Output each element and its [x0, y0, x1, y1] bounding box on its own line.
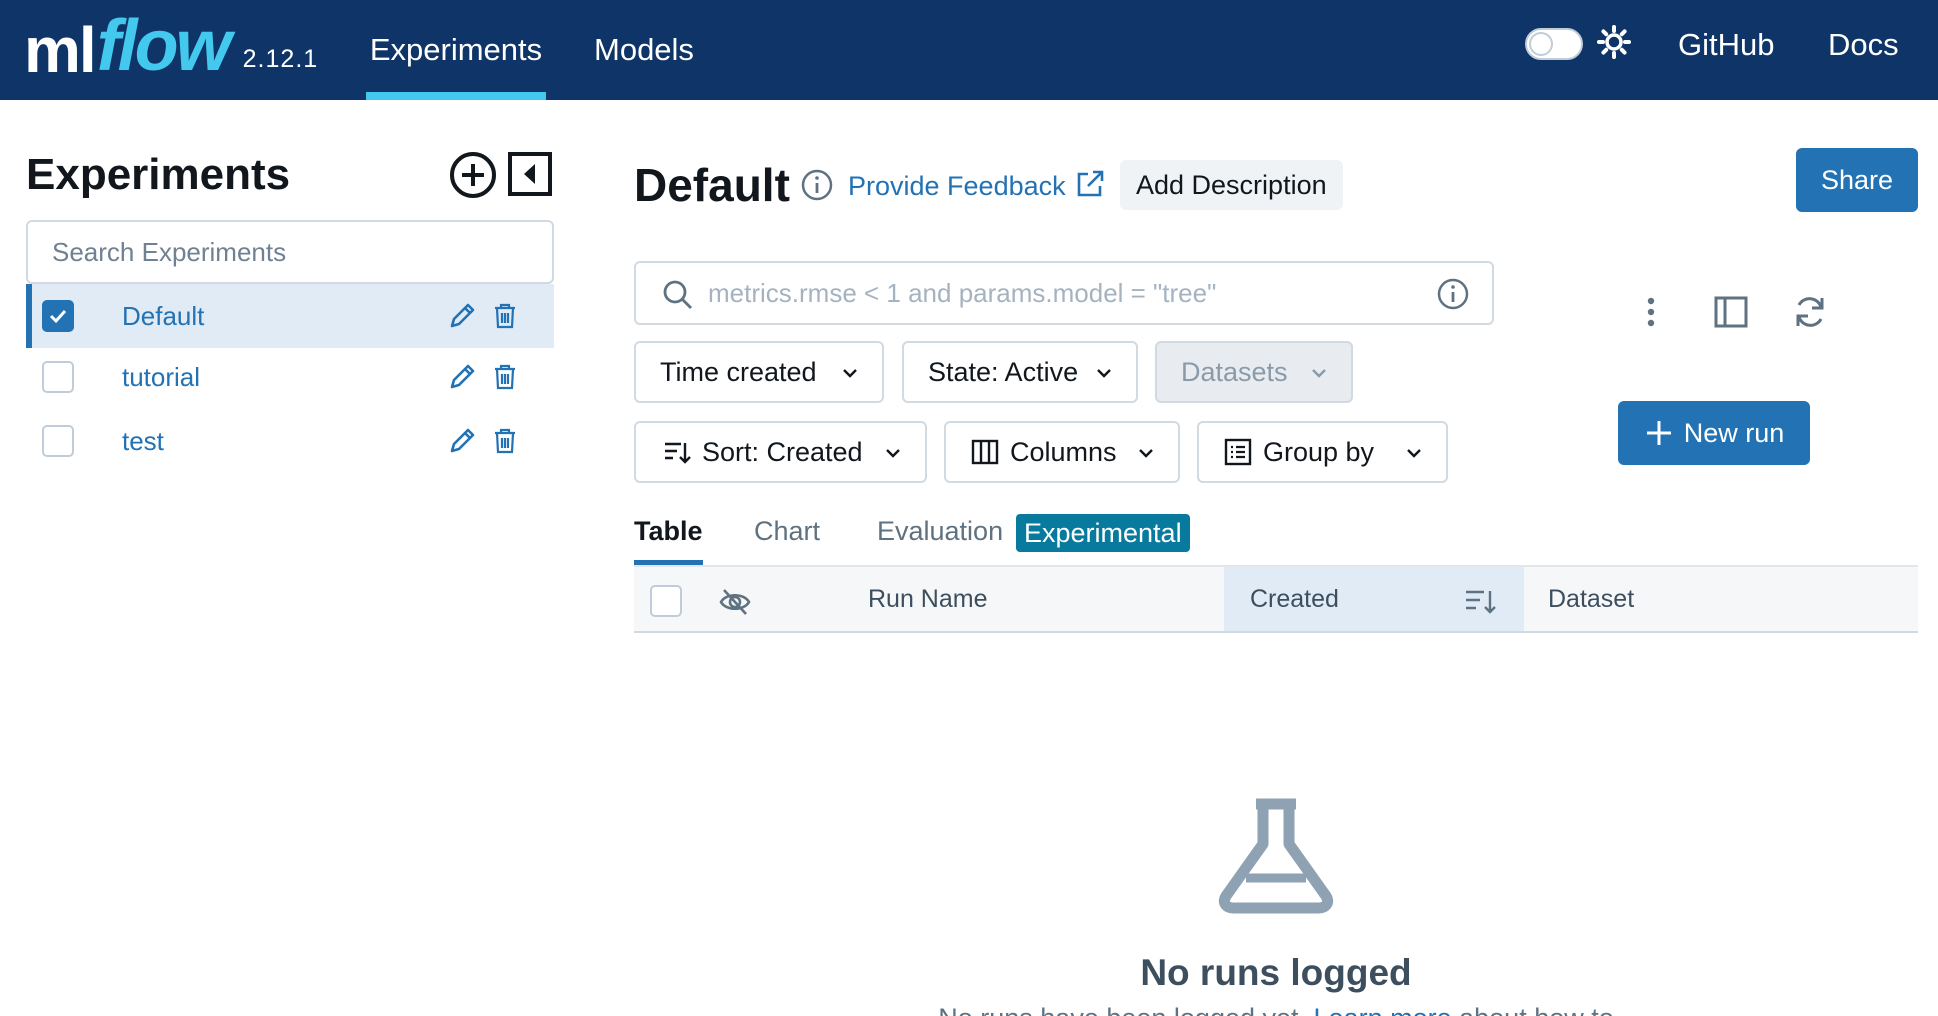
- tab-evaluation[interactable]: Evaluation: [877, 516, 1003, 566]
- sun-icon: [1597, 25, 1631, 59]
- page-title: Default: [634, 159, 790, 211]
- chevron-down-icon: [886, 449, 900, 458]
- new-run-button[interactable]: New run: [1618, 401, 1810, 465]
- logo-ml-text: ml: [24, 14, 97, 86]
- search-icon: [663, 280, 692, 309]
- list-icon: [1224, 438, 1252, 466]
- nav-tab-experiments[interactable]: Experiments: [366, 0, 546, 100]
- columns-icon: [971, 439, 999, 465]
- pencil-icon[interactable]: [446, 300, 478, 332]
- plus-circle-icon: [450, 152, 496, 198]
- top-navigation-bar: ml flow 2.12.1 Experiments Models GitHub…: [0, 0, 1938, 100]
- chevron-down-icon: [843, 369, 857, 378]
- columns-dropdown[interactable]: Columns: [944, 421, 1180, 483]
- new-run-label: New run: [1683, 417, 1785, 448]
- logo-flow-text: flow: [96, 6, 232, 86]
- dark-mode-toggle[interactable]: [1525, 28, 1583, 60]
- experiment-checkbox[interactable]: [42, 361, 74, 393]
- group-by-label: Group by: [1263, 436, 1375, 467]
- column-header-dataset[interactable]: Dataset: [1548, 567, 1634, 631]
- experiment-item-tutorial[interactable]: tutorial: [26, 345, 554, 409]
- create-experiment-button[interactable]: [448, 150, 498, 200]
- pencil-icon[interactable]: [446, 361, 478, 393]
- docs-link[interactable]: Docs: [1828, 0, 1899, 90]
- mlflow-logo[interactable]: ml flow 2.12.1: [24, 2, 318, 82]
- experiment-item-test[interactable]: test: [26, 409, 554, 473]
- select-all-checkbox[interactable]: [650, 585, 682, 617]
- external-link-icon[interactable]: [1074, 168, 1106, 200]
- plus-icon: [1646, 421, 1671, 445]
- runs-table-header: Run Name Created Dataset: [634, 565, 1918, 633]
- experiment-name[interactable]: tutorial: [122, 362, 200, 393]
- sort-icon: [665, 442, 691, 464]
- refresh-icon[interactable]: [1790, 292, 1830, 332]
- side-panel-icon[interactable]: [1711, 292, 1751, 332]
- time-created-label: Time created: [660, 356, 817, 387]
- experimental-badge: Experimental: [1016, 514, 1190, 552]
- empty-state-title: No runs logged: [1140, 952, 1412, 993]
- sort-dropdown[interactable]: Sort: Created: [634, 421, 927, 483]
- datasets-label: Datasets: [1181, 356, 1288, 387]
- github-link[interactable]: GitHub: [1678, 0, 1774, 90]
- experiment-name[interactable]: test: [122, 426, 164, 457]
- chevron-down-icon: [1097, 369, 1111, 378]
- pencil-icon[interactable]: [446, 425, 478, 457]
- share-button[interactable]: Share: [1796, 148, 1918, 212]
- sort-label: Sort: Created: [702, 436, 863, 467]
- column-header-run-name[interactable]: Run Name: [868, 567, 988, 631]
- nav-tab-models[interactable]: Models: [594, 0, 694, 100]
- group-by-dropdown[interactable]: Group by: [1197, 421, 1448, 483]
- chevron-down-icon: [1407, 449, 1421, 458]
- empty-state-prefix: No runs have been logged yet.: [938, 1003, 1306, 1016]
- toggle-knob: [1529, 32, 1553, 56]
- collapse-sidebar-button[interactable]: [506, 150, 554, 198]
- search-experiments-input[interactable]: [26, 220, 554, 284]
- trash-icon[interactable]: [492, 363, 518, 391]
- provide-feedback-link[interactable]: Provide Feedback: [848, 168, 1066, 204]
- tab-chart[interactable]: Chart: [754, 516, 820, 566]
- state-label: State: Active: [928, 356, 1079, 387]
- experiment-checkbox[interactable]: [42, 300, 74, 332]
- search-runs-box[interactable]: [634, 261, 1494, 325]
- add-description-button[interactable]: Add Description: [1120, 160, 1343, 210]
- time-created-dropdown[interactable]: Time created: [634, 341, 884, 403]
- trash-icon[interactable]: [492, 427, 518, 455]
- info-icon[interactable]: [800, 168, 834, 202]
- checkmark-icon: [49, 309, 67, 324]
- version-label: 2.12.1: [242, 45, 319, 73]
- experiment-name[interactable]: Default: [122, 301, 204, 332]
- state-dropdown[interactable]: State: Active: [902, 341, 1138, 403]
- search-runs-input[interactable]: [708, 271, 1408, 315]
- experiment-item-default[interactable]: Default: [26, 284, 554, 348]
- beaker-icon: [1218, 798, 1334, 914]
- sidebar-collapse-icon: [508, 152, 552, 196]
- empty-state-suffix: about how to: [1459, 1003, 1614, 1016]
- learn-more-link[interactable]: Learn more: [1314, 1003, 1452, 1016]
- kebab-menu-icon[interactable]: [1631, 292, 1671, 332]
- sort-descending-icon[interactable]: [1464, 585, 1498, 617]
- info-icon[interactable]: [1436, 277, 1470, 311]
- tab-table[interactable]: Table: [634, 516, 703, 566]
- chevron-down-icon: [1312, 369, 1326, 378]
- experiment-checkbox[interactable]: [42, 425, 74, 457]
- sidebar-title: Experiments: [26, 150, 291, 199]
- eye-off-icon[interactable]: [718, 585, 752, 619]
- trash-icon[interactable]: [492, 302, 518, 330]
- datasets-dropdown[interactable]: Datasets: [1155, 341, 1353, 403]
- chevron-down-icon: [1139, 449, 1153, 458]
- columns-label: Columns: [1010, 436, 1117, 467]
- empty-state-description: No runs have been logged yet. Learn more…: [900, 1003, 1652, 1016]
